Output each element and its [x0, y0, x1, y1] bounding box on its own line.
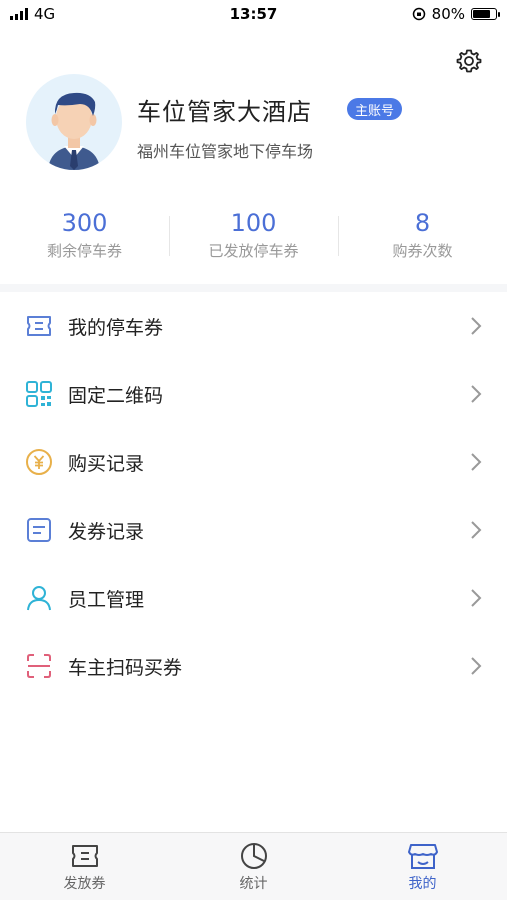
record-icon	[24, 515, 54, 545]
bottom-tab-bar: 发放券 统计 我的	[0, 832, 507, 900]
signal-icon	[10, 8, 28, 20]
battery-fill	[473, 10, 490, 18]
stat-label: 剩余停车券	[46, 242, 122, 260]
status-left: 4G	[10, 5, 55, 23]
user-icon	[24, 583, 54, 613]
menu-item-purchase-records[interactable]: 购买记录	[0, 428, 507, 496]
menu-label: 车主扫码买券	[68, 656, 183, 679]
section-divider	[0, 284, 507, 292]
stat-issued-tickets[interactable]: 100 已发放停车券	[169, 208, 338, 272]
status-bar: 4G 13:57 80%	[0, 0, 507, 28]
ticket-icon	[24, 311, 54, 341]
account-badge: 主账号	[347, 98, 403, 120]
stat-value: 8	[414, 209, 431, 237]
chevron-right-icon	[471, 385, 482, 403]
tab-label: 发放券	[63, 875, 106, 892]
stat-label: 已发放停车券	[208, 242, 299, 260]
profile-card: 车位管家大酒店 主账号 福州车位管家地下停车场 300 剩余停车券 100 已发…	[0, 28, 507, 284]
battery-percent: 80%	[431, 5, 465, 23]
menu-item-my-tickets[interactable]: 我的停车券	[0, 292, 507, 360]
tab-issue-tickets[interactable]: 发放券	[0, 833, 169, 900]
yen-coin-icon	[24, 447, 54, 477]
chevron-right-icon	[471, 657, 482, 675]
carrier-label: 4G	[34, 5, 56, 23]
menu-item-owner-scan-purchase[interactable]: 车主扫码买券	[0, 632, 507, 700]
shop-name: 车位管家大酒店	[137, 98, 312, 126]
chevron-right-icon	[471, 453, 482, 471]
stat-value: 100	[230, 209, 277, 237]
avatar[interactable]	[26, 74, 122, 170]
stats-row: 300 剩余停车券 100 已发放停车券 8 购券次数	[0, 208, 507, 272]
stat-value: 300	[61, 209, 108, 237]
person-avatar-icon	[48, 92, 100, 170]
ticket-tab-icon	[69, 841, 101, 871]
menu-label: 我的停车券	[68, 316, 164, 339]
gear-icon	[456, 49, 482, 73]
tab-label: 我的	[408, 875, 437, 892]
menu-label: 员工管理	[68, 588, 145, 611]
chevron-right-icon	[471, 589, 482, 607]
tab-mine[interactable]: 我的	[338, 833, 507, 900]
settings-button[interactable]	[452, 44, 486, 78]
menu-item-fixed-qrcode[interactable]: 固定二维码	[0, 360, 507, 428]
stat-label: 购券次数	[392, 242, 453, 260]
parking-lot-name: 福州车位管家地下停车场	[137, 142, 314, 161]
menu-label: 发券记录	[68, 520, 145, 543]
chevron-right-icon	[471, 521, 482, 539]
menu-label: 购买记录	[68, 452, 145, 475]
shop-icon	[407, 841, 439, 871]
orientation-lock-icon	[412, 7, 425, 21]
battery-icon	[471, 8, 500, 20]
tab-label: 统计	[239, 875, 268, 892]
chevron-right-icon	[471, 317, 482, 335]
menu-item-staff-management[interactable]: 员工管理	[0, 564, 507, 632]
stat-remaining-tickets[interactable]: 300 剩余停车券	[0, 208, 169, 272]
status-right: 80%	[412, 5, 500, 23]
scan-icon	[24, 651, 54, 681]
clock: 13:57	[229, 5, 278, 23]
menu-item-issue-records[interactable]: 发券记录	[0, 496, 507, 564]
qrcode-icon	[24, 379, 54, 409]
stat-purchase-count[interactable]: 8 购券次数	[338, 208, 507, 272]
menu-label: 固定二维码	[68, 384, 164, 407]
menu-list: 我的停车券 固定二维码 购买记录 发券记录 员工管理 车主扫码买券	[0, 292, 507, 700]
pie-chart-icon	[238, 841, 270, 871]
tab-statistics[interactable]: 统计	[169, 833, 338, 900]
